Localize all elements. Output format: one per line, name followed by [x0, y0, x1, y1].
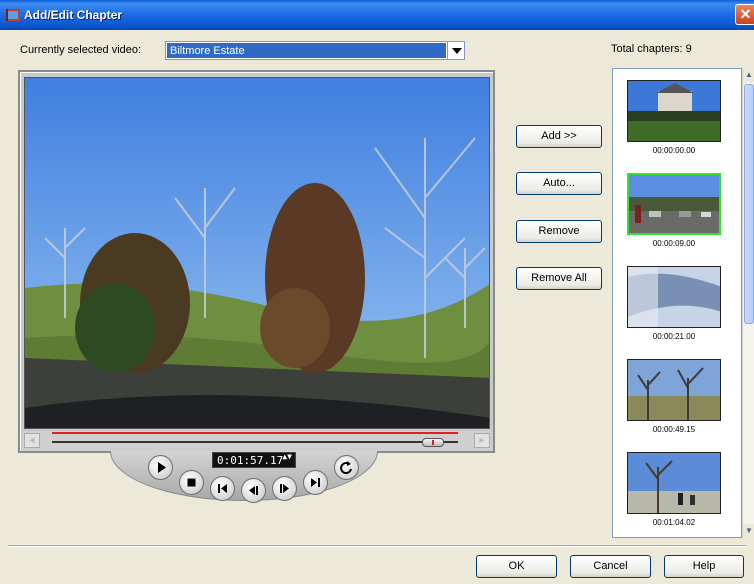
step-back-icon: [249, 486, 258, 495]
chapter-time: 00:00:49.15: [652, 425, 696, 434]
timeline-track[interactable]: [52, 441, 458, 443]
scroll-up-button[interactable]: ▲: [743, 68, 754, 82]
ok-button[interactable]: OK: [476, 555, 557, 578]
chapter-thumbnail: [627, 452, 721, 514]
chapter-list[interactable]: 00:00:00.00 00:00:09.00 00:00:21.00 00:0…: [612, 68, 742, 538]
chapter-thumbnail: [627, 359, 721, 421]
video-select-value: Biltmore Estate: [167, 43, 446, 58]
window-title: Add/Edit Chapter: [24, 8, 122, 22]
total-chapters-label: Total chapters: 9: [611, 43, 692, 55]
close-button[interactable]: ✕: [735, 4, 754, 25]
timecode-spinner[interactable]: ▲▼: [282, 453, 292, 461]
timeline-progress: [52, 432, 458, 434]
go-to-end-button[interactable]: [303, 470, 328, 495]
loop-button[interactable]: [334, 455, 359, 480]
video-preview: [24, 77, 490, 429]
skip-end-icon: [311, 478, 320, 487]
timecode-display[interactable]: 0:01:57.17 ▲▼: [212, 452, 296, 468]
chapter-thumbnail: [627, 80, 721, 142]
skip-start-icon: [218, 484, 227, 493]
title-bar: Add/Edit Chapter ✕: [0, 0, 754, 30]
scroll-down-button[interactable]: ▼: [743, 524, 754, 538]
play-button[interactable]: [148, 455, 173, 480]
timeline-thumb[interactable]: [422, 438, 444, 447]
timecode-value: 0:01:57.17: [217, 454, 284, 467]
step-forward-icon: [280, 484, 289, 493]
loop-icon: [340, 461, 352, 475]
chapter-icon: [6, 9, 20, 21]
remove-all-chapters-button[interactable]: Remove All: [516, 267, 602, 290]
video-select-dropdown[interactable]: Biltmore Estate: [165, 41, 465, 60]
chapter-time: 00:01:04.02: [652, 518, 696, 527]
step-forward-button[interactable]: [272, 476, 297, 501]
auto-chapters-button[interactable]: Auto...: [516, 172, 602, 195]
help-button[interactable]: Help: [664, 555, 744, 578]
timeline-scrubber[interactable]: ◄ ►: [22, 431, 492, 451]
video-player: ◄ ►: [18, 70, 495, 453]
chapter-thumbnail: [627, 173, 721, 235]
video-frame-image: [25, 78, 489, 428]
stop-button[interactable]: [179, 470, 204, 495]
step-back-button[interactable]: [241, 478, 266, 503]
footer-separator: [8, 545, 746, 547]
cancel-button[interactable]: Cancel: [570, 555, 651, 578]
video-select-label: Currently selected video:: [20, 44, 142, 56]
chapter-time: 00:00:09.00: [652, 239, 696, 248]
play-icon: [158, 462, 166, 473]
chapter-list-scrollbar[interactable]: ▲ ▼: [742, 68, 754, 538]
go-to-start-button[interactable]: [210, 476, 235, 501]
chapter-time: 00:00:21.00: [652, 332, 696, 341]
stop-icon: [187, 478, 196, 487]
scrub-right-button[interactable]: ►: [474, 433, 490, 448]
chapter-time: 00:00:00.00: [652, 146, 696, 155]
remove-chapter-button[interactable]: Remove: [516, 220, 602, 243]
scrub-left-button[interactable]: ◄: [24, 433, 40, 448]
chapter-thumbnail: [627, 266, 721, 328]
chevron-down-icon[interactable]: [447, 42, 464, 59]
dialog-body: Currently selected video: Biltmore Estat…: [0, 30, 754, 584]
add-chapter-button[interactable]: Add >>: [516, 125, 602, 148]
scroll-thumb[interactable]: [744, 84, 754, 324]
